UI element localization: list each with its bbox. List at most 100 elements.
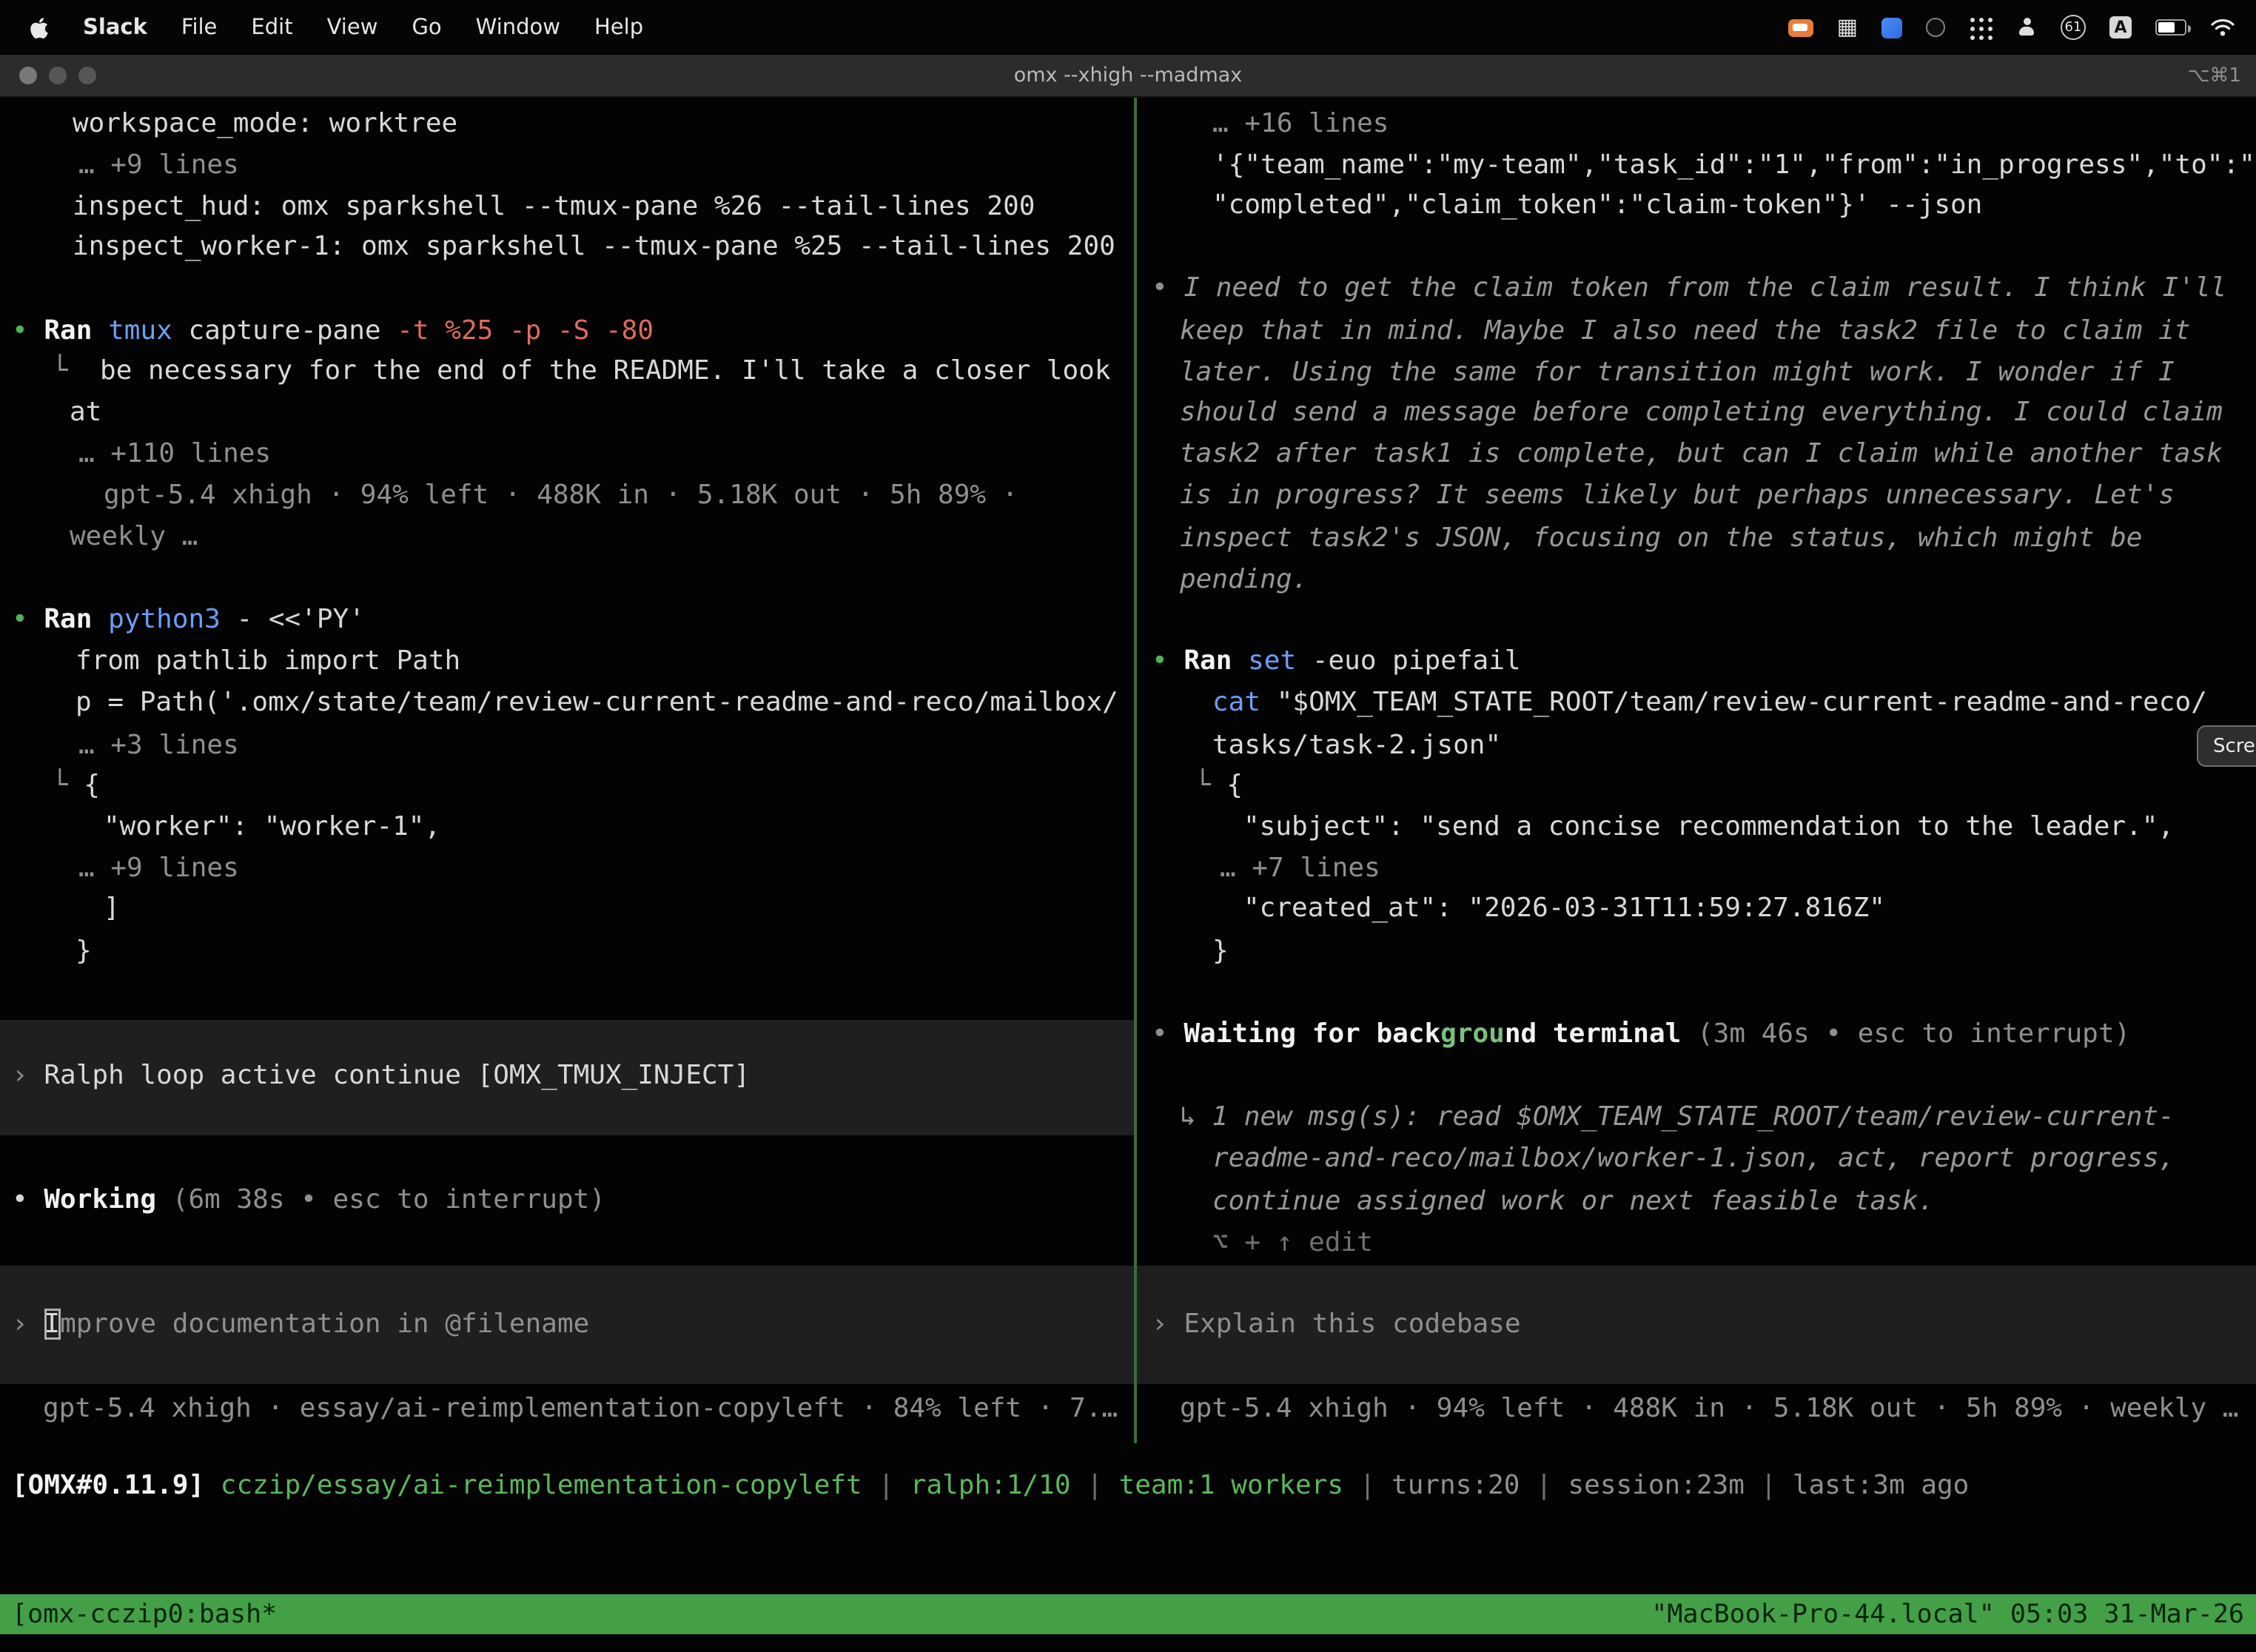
text-segment: Waiting for back [1184,1018,1440,1050]
tmux-host-clock: "MacBook-Pro-44.local" 05:03 31-Mar-26 [1651,1599,2256,1629]
zoom-button[interactable] [78,67,96,84]
text-segment: at [70,397,101,428]
terminal-line: tasks/task-2.json" [1212,725,1501,765]
omx-status-line: [OMX#0.11.9] cczip/essay/ai-reimplementa… [12,1470,1969,1501]
window-titlebar[interactable]: omx --xhigh --madmax ⌥⌘1 [0,55,2256,98]
wifi-icon[interactable] [2210,18,2235,37]
traffic-lights [0,67,96,84]
text-segment: tmux [108,315,188,346]
text-segment: › [12,1060,44,1091]
text-segment: … +3 lines [78,730,239,761]
battery-badge[interactable]: 61 [2061,15,2086,40]
window-shortcut-hint: ⌥⌘1 [2187,64,2241,87]
text-segment: … +7 lines [1220,853,1380,884]
blue-app-icon[interactable] [1881,17,1902,38]
text-segment: -euo pipefail [1312,645,1521,676]
terminal-line: continue assigned work or next feasible … [1212,1181,1934,1221]
terminal-line: weekly … [70,517,198,557]
text-segment: Ran [44,604,108,635]
text-segment: gpt-5.4 xhigh · essay/ai-reimplementatio… [43,1393,1118,1424]
menu-app-name[interactable]: Slack [83,16,147,39]
text-segment: cat [1212,687,1277,718]
text-segment: should send a message before completing … [1180,397,2223,428]
terminal-line: is in progress? It seems likely but perh… [1180,475,2175,515]
input-source-icon[interactable]: A [2109,16,2132,38]
terminal-line: • Ran tmux capture-pane -t %25 -p -S -80 [12,311,654,351]
wifi-glyph [2210,18,2235,37]
menu-edit[interactable]: Edit [251,16,292,39]
tmux-status-bar: [omx-cczip0:bash* "MacBook-Pro-44.local"… [0,1594,2256,1634]
text-segment: • [12,315,44,346]
close-button[interactable] [19,67,37,84]
text-segment: Working [44,1184,172,1215]
right-pane[interactable]: … +16 lines '{"team_name":"my-team","task… [1137,0,2256,1489]
assistant-icon[interactable] [2016,17,2037,38]
terminal-line: '{"team_name":"my-team","task_id":"1","f… [1212,145,2255,185]
text-segment: cczip/essay/ai-reimplementation-copyleft [221,1470,862,1501]
text-segment: └ [52,355,68,386]
terminal-line: … +9 lines [78,145,239,185]
text-segment: └ [52,770,84,801]
text-segment: '{"team_name":"my-team","task_id":"1","f… [1212,150,2255,181]
text-segment: tasks/task-2.json" [1212,730,1501,761]
grid-icon[interactable]: ▦ [1837,16,1858,38]
menu-window[interactable]: Window [476,16,560,39]
apple-menu[interactable] [30,16,49,39]
screen-tooltip[interactable]: Scre [2197,725,2256,767]
text-segment: later. Using the same for transition mig… [1180,357,2175,388]
battery-glyph [2155,19,2186,36]
text-segment: "created_at": "2026-03-31T11:59:27.816Z" [1243,893,1885,924]
text-segment: readme-and-reco/mailbox/worker-1.json, a… [1212,1143,2175,1174]
apple-icon [30,16,49,39]
text-segment: | [862,1470,910,1501]
text-segment: › [1152,1309,1184,1340]
terminal-line: gpt-5.4 xhigh · 94% left · 488K in · 5.1… [1180,1389,2239,1428]
text-segment: inspect_worker-1: omx sparkshell --tmux-… [73,231,1115,262]
terminal-line: • I need to get the claim token from the… [1152,268,2226,308]
text-segment: capture-pane [188,315,397,346]
text-segment: Ran [1184,645,1248,676]
terminal-line: workspace_mode: worktree [73,104,457,144]
menu-bar: Slack File Edit View Go Window Help ▦ 61… [0,0,2256,55]
terminal: workspace_mode: worktree … +9 lines inspec… [0,0,2256,1652]
terminal-line: pending. [1180,560,1308,600]
text-segment: mprove documentation in @filename [60,1309,589,1340]
screen-recording-icon[interactable] [1788,19,1813,36]
menu-file[interactable]: File [181,16,218,39]
text-segment: -t %25 -p -S -80 [397,315,654,346]
minimize-button[interactable] [49,67,67,84]
dots-grid-icon[interactable] [1969,16,1993,39]
battery-icon[interactable] [2155,19,2186,36]
text-segment: | [1520,1470,1568,1501]
terminal-line: gpt-5.4 xhigh · essay/ai-reimplementatio… [43,1389,1118,1428]
terminal-line: • Working (6m 38s • esc to interrupt) [12,1180,605,1220]
text-segment: turns:20 [1391,1470,1520,1501]
terminal-line: • Ran set -euo pipefail [1152,641,1521,681]
terminal-line: "subject": "send a concise recommendatio… [1243,807,2174,847]
text-segment: | [1745,1470,1793,1501]
menu-help[interactable]: Help [594,16,643,39]
terminal-line: › Explain this codebase [1152,1304,1521,1344]
text-segment: keep that in mind. Maybe I also need the… [1180,315,2190,346]
terminal-line: › Ralph loop active continue [OMX_TMUX_I… [12,1055,750,1095]
terminal-line: └ { [1195,765,1243,805]
text-segment: └ [1195,770,1226,801]
dark-app-icon[interactable] [1926,18,1945,37]
text-segment: … +9 lines [78,150,239,181]
menu-status-icons: ▦ 61 A [1788,15,2256,40]
terminal-line: "worker": "worker-1", [104,807,440,847]
text-segment: "completed","claim_token":"claim-token"}… [1212,189,1982,221]
text-segment: workspace_mode: worktree [73,108,457,139]
terminal-line: … +9 lines [78,848,239,888]
text-segment: ] [104,893,120,924]
terminal-line: … +110 lines [78,434,271,474]
terminal-line: … +16 lines [1212,104,1389,144]
terminal-line: keep that in mind. Maybe I also need the… [1180,311,2190,351]
text-segment: set [1248,645,1312,676]
menu-go[interactable]: Go [412,16,441,39]
terminal-line: task2 after task1 is complete, but can I… [1180,434,2223,474]
menu-view[interactable]: View [327,16,378,39]
text-segment: p = Path('.omx/state/team/review-current… [75,687,1118,718]
left-pane[interactable]: workspace_mode: worktree … +9 lines inspec… [0,0,1134,1489]
text-segment: | [1343,1470,1391,1501]
